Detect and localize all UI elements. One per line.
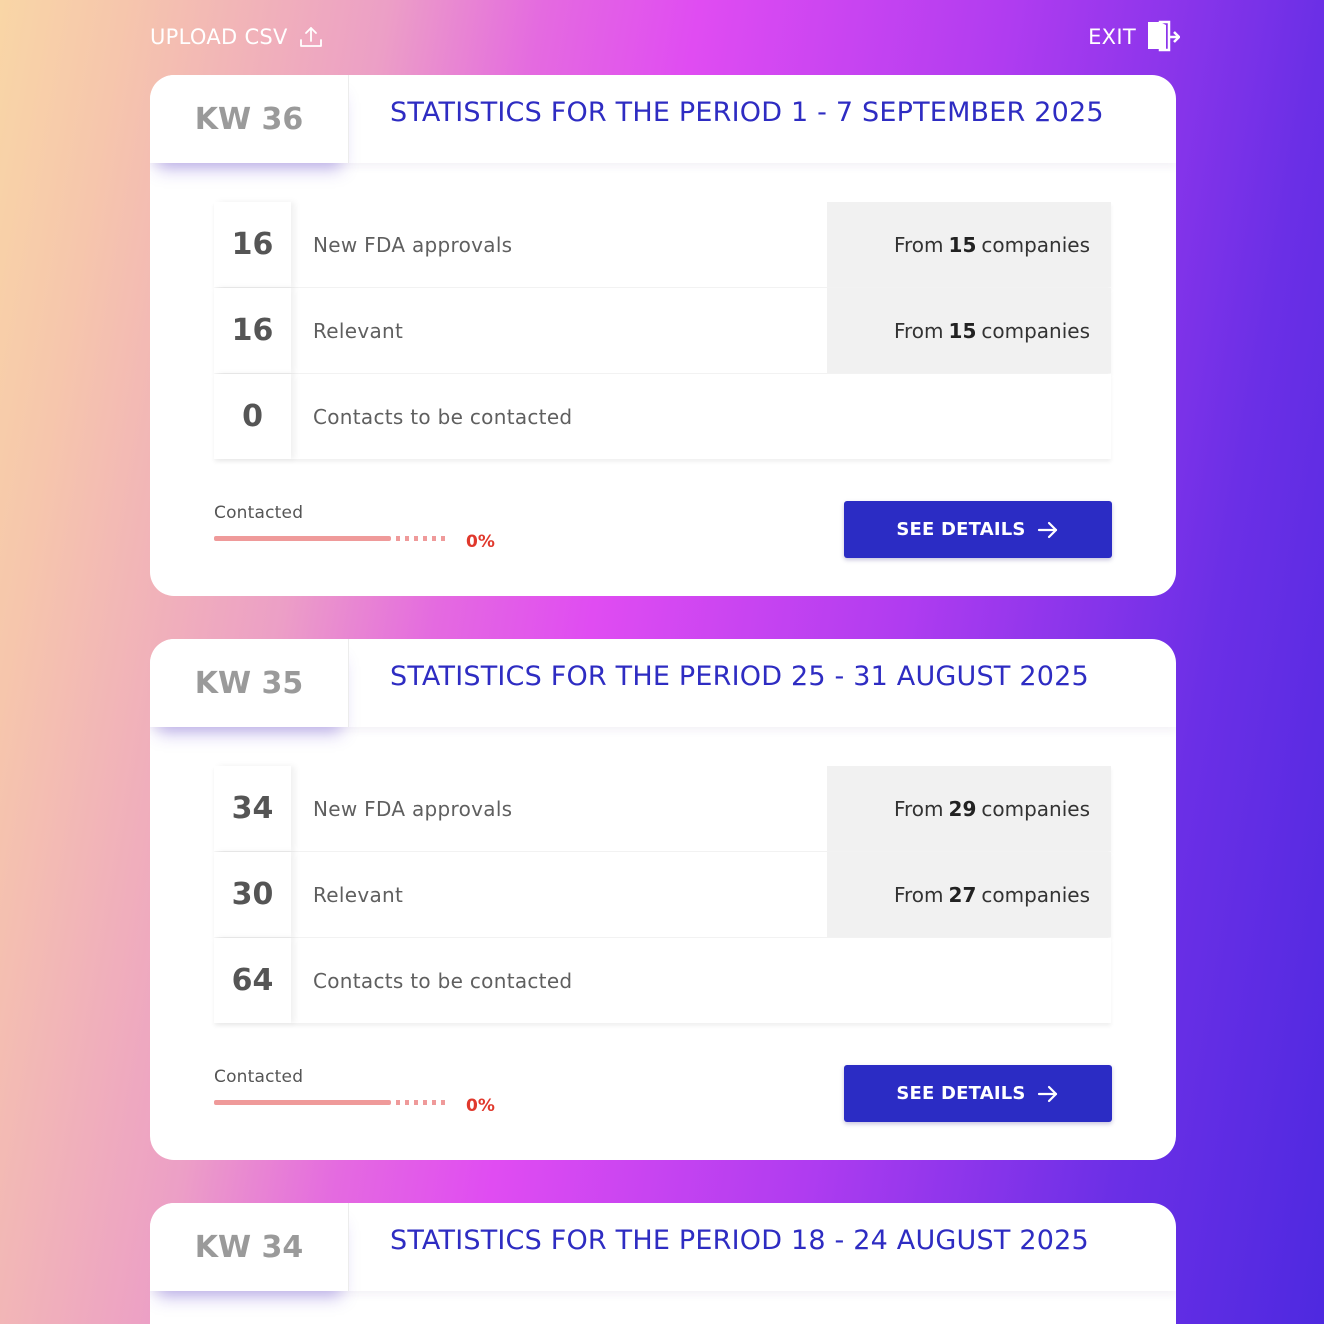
upload-csv-label: UPLOAD CSV — [150, 25, 288, 49]
top-bar: UPLOAD CSV EXIT — [150, 18, 1180, 56]
progress-bar — [214, 1100, 446, 1106]
see-details-button[interactable]: SEE DETAILS — [844, 1065, 1112, 1122]
arrow-right-icon — [1036, 518, 1060, 542]
period-title: STATISTICS FOR THE PERIOD 25 - 31 AUGUST… — [390, 661, 1089, 692]
progress-track-dots — [396, 1100, 446, 1105]
progress-label: Contacted — [214, 503, 304, 523]
card-header: KW 34 STATISTICS FOR THE PERIOD 18 - 24 … — [150, 1203, 1176, 1291]
stat-count: 0 — [214, 374, 291, 459]
stat-row-contacts: 0 Contacts to be contacted — [214, 374, 1111, 459]
contacted-progress: Contacted 0% — [214, 503, 534, 552]
arrow-right-icon — [1036, 1082, 1060, 1106]
company-suffix: companies — [981, 882, 1090, 907]
week-label: KW 34 — [150, 1203, 349, 1291]
company-prefix: From — [893, 796, 944, 821]
company-suffix: companies — [981, 318, 1090, 343]
week-card: KW 36 STATISTICS FOR THE PERIOD 1 - 7 SE… — [150, 75, 1176, 596]
stat-row-fda-approvals: 34 New FDA approvals From 29 companies — [214, 766, 1111, 851]
stat-label: New FDA approvals — [313, 232, 513, 257]
card-header: KW 35 STATISTICS FOR THE PERIOD 25 - 31 … — [150, 639, 1176, 727]
progress-percent: 0% — [466, 532, 495, 552]
company-count: From 29 companies — [827, 766, 1111, 851]
stat-count: 16 — [214, 288, 291, 373]
stat-row-relevant: 30 Relevant From 27 companies — [214, 852, 1111, 937]
stat-row-contacts: 64 Contacts to be contacted — [214, 938, 1111, 1023]
stat-label: Relevant — [313, 882, 404, 907]
see-details-button[interactable]: SEE DETAILS — [844, 501, 1112, 558]
stats-list: 34 New FDA approvals From 29 companies 3… — [214, 766, 1111, 1024]
company-number: 15 — [948, 232, 977, 257]
week-card: KW 35 STATISTICS FOR THE PERIOD 25 - 31 … — [150, 639, 1176, 1160]
progress-track-dots — [396, 536, 446, 541]
company-count: From 15 companies — [827, 288, 1111, 373]
exit-door-icon — [1146, 20, 1180, 54]
company-prefix: From — [893, 232, 944, 257]
upload-csv-button[interactable]: UPLOAD CSV — [150, 24, 324, 50]
stat-count: 30 — [214, 852, 291, 937]
company-number: 29 — [948, 796, 977, 821]
company-number: 27 — [948, 882, 977, 907]
card-header: KW 36 STATISTICS FOR THE PERIOD 1 - 7 SE… — [150, 75, 1176, 163]
period-title: STATISTICS FOR THE PERIOD 1 - 7 SEPTEMBE… — [390, 97, 1104, 128]
week-label: KW 35 — [150, 639, 349, 727]
progress-track-solid — [214, 1100, 391, 1105]
company-count: From 15 companies — [827, 202, 1111, 287]
exit-label: EXIT — [1088, 25, 1136, 49]
see-details-label: SEE DETAILS — [896, 519, 1026, 540]
exit-button[interactable]: EXIT — [1088, 20, 1180, 54]
progress-label: Contacted — [214, 1067, 304, 1087]
contacted-progress: Contacted 0% — [214, 1067, 534, 1116]
company-suffix: companies — [981, 232, 1090, 257]
see-details-label: SEE DETAILS — [896, 1083, 1026, 1104]
stat-label: Contacts to be contacted — [313, 404, 573, 429]
company-count: From 27 companies — [827, 852, 1111, 937]
company-prefix: From — [893, 882, 944, 907]
stat-label: Contacts to be contacted — [313, 968, 573, 993]
stat-count: 64 — [214, 938, 291, 1023]
stat-label: Relevant — [313, 318, 404, 343]
stat-row-relevant: 16 Relevant From 15 companies — [214, 288, 1111, 373]
upload-icon — [298, 24, 324, 50]
period-title: STATISTICS FOR THE PERIOD 18 - 24 AUGUST… — [390, 1225, 1089, 1256]
company-number: 15 — [948, 318, 977, 343]
week-label: KW 36 — [150, 75, 349, 163]
company-suffix: companies — [981, 796, 1090, 821]
stat-count: 16 — [214, 202, 291, 287]
stats-list: 16 New FDA approvals From 15 companies 1… — [214, 202, 1111, 460]
week-card: KW 34 STATISTICS FOR THE PERIOD 18 - 24 … — [150, 1203, 1176, 1324]
company-prefix: From — [893, 318, 944, 343]
stat-count: 34 — [214, 766, 291, 851]
stat-label: New FDA approvals — [313, 796, 513, 821]
progress-percent: 0% — [466, 1096, 495, 1116]
progress-bar — [214, 536, 446, 542]
stat-row-fda-approvals: 16 New FDA approvals From 15 companies — [214, 202, 1111, 287]
progress-track-solid — [214, 536, 391, 541]
